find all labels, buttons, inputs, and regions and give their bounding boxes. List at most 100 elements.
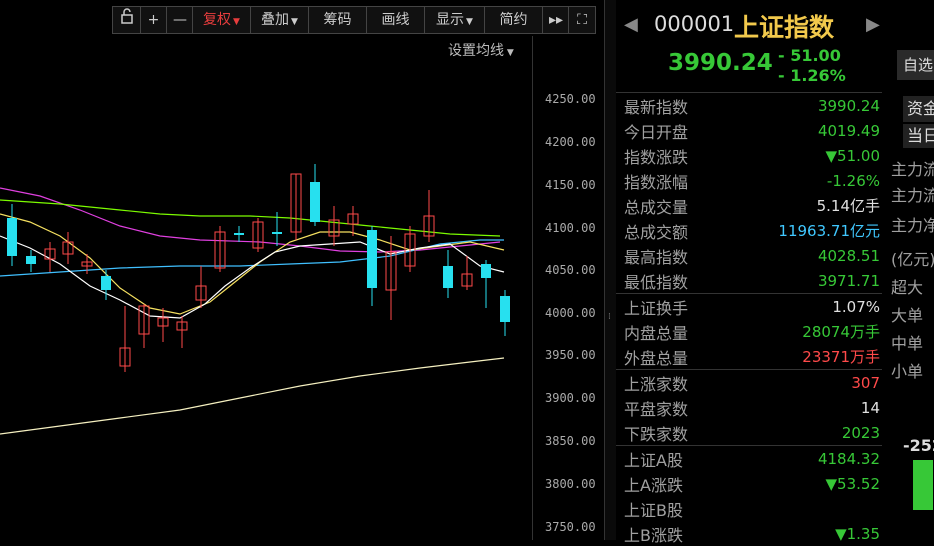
stat-label: 内盘总量	[624, 323, 689, 343]
fund-label: 大单	[891, 306, 924, 325]
chart-toolbar: + — 复权 ▼ 叠加 ▼ 筹码 画线 显示 ▼ 简约 ▸▸ ⛶	[112, 6, 596, 34]
tab-dangri[interactable]: 当日	[903, 124, 934, 148]
index-name: 上证指数	[734, 13, 835, 42]
stat-label: 指数涨幅	[624, 172, 689, 192]
diejia-label: 叠加	[261, 12, 290, 28]
price-tick: 4050.00	[545, 263, 596, 277]
price-tick: 4000.00	[545, 306, 596, 320]
stat-value: 4019.49	[817, 121, 880, 140]
stat-label: 最新指数	[624, 97, 689, 117]
ma-yellow-line	[0, 213, 505, 315]
stat-label: 上证B股	[624, 500, 683, 520]
stat-value: 3990.24	[817, 96, 880, 115]
index-code: 000001	[654, 12, 735, 36]
stat-label: 外盘总量	[624, 348, 689, 368]
stat-row: 指数涨跌 ▼51.00	[616, 143, 882, 168]
caret-down-icon: ▼	[291, 17, 298, 27]
stat-value: ▼53.52	[825, 474, 880, 493]
add-watchlist-button[interactable]: 自选	[897, 50, 934, 80]
stat-label: 上证A股	[624, 450, 683, 470]
fund-flow-panel: 自选 资金 当日 主力流 主力流 主力净 (亿元) 超大 大单 中单 小单 -2…	[883, 0, 934, 540]
stat-value: -1.26%	[826, 171, 880, 190]
candle	[481, 264, 491, 278]
stat-row: 指数涨幅 -1.26%	[616, 168, 882, 193]
stat-label: 最低指数	[624, 272, 689, 292]
quote-panel: ◀ 000001 上证指数 ▶ 3990.24 - 51.00 - 1.26% …	[616, 0, 882, 545]
fuquan-label: 复权	[203, 12, 232, 28]
stat-label: 指数涨跌	[624, 147, 689, 167]
fund-label: 小单	[891, 362, 924, 381]
chouma-button[interactable]: 筹码	[309, 7, 367, 33]
next-arrow-icon[interactable]: ▶	[866, 14, 880, 35]
ma-long-line	[0, 357, 505, 435]
stats-list: 最新指数 3990.24 今日开盘 4019.49 指数涨跌 ▼51.00 指数涨幅 -…	[616, 93, 882, 546]
quote-header: ◀ 000001 上证指数 ▶ 3990.24 - 51.00 - 1.26%	[616, 0, 882, 93]
candle	[234, 233, 244, 235]
fund-bar	[913, 460, 933, 510]
price-tick: 4100.00	[545, 221, 596, 235]
candlestick-chart	[0, 164, 510, 435]
price-change: - 51.00	[778, 46, 841, 65]
stat-row: 外盘总量 23371万手	[616, 344, 882, 369]
stat-row: 最高指数 4028.51	[616, 243, 882, 268]
stat-value: 3971.71	[817, 271, 880, 290]
fund-label: 中单	[891, 334, 924, 353]
price-tick: 3800.00	[545, 477, 596, 491]
ma-green-line	[0, 199, 501, 237]
stat-value: 5.14亿手	[816, 197, 880, 215]
stat-label: 总成交量	[624, 197, 689, 217]
candle	[310, 182, 320, 222]
price-tick: 4150.00	[545, 178, 596, 192]
stat-label: 上涨家数	[624, 374, 689, 394]
stat-row: 下跌家数 2023	[616, 420, 882, 445]
fund-label: 主力净	[891, 216, 934, 235]
stat-value: 1.07%	[832, 297, 880, 316]
lock-icon[interactable]	[113, 7, 141, 33]
tab-zijin[interactable]: 资金	[903, 96, 934, 122]
price-tick: 4250.00	[545, 92, 596, 106]
stat-value: 4028.51	[817, 246, 880, 265]
prev-arrow-icon[interactable]: ◀	[624, 14, 638, 35]
stat-row: 总成交额 11963.71亿元	[616, 218, 882, 243]
stat-value: 4184.32	[817, 449, 880, 468]
caret-down-icon: ▼	[233, 17, 240, 27]
stat-label: 上证换手	[624, 298, 689, 318]
zoom-in-button[interactable]: +	[141, 7, 167, 33]
jianyue-button[interactable]: 简约	[485, 7, 543, 33]
candle	[26, 256, 36, 264]
stat-label: 上A涨跌	[624, 475, 683, 495]
price-axis: 4250.00 4200.00 4150.00 4100.00 4050.00 …	[532, 36, 605, 540]
zoom-out-button[interactable]: —	[167, 7, 193, 33]
kline-chart-area[interactable]: + — 复权▼ 叠加▼ 筹码 画线 显示▼ 简约 ▸▸ ⛶ 设置均线 ▼	[0, 0, 604, 540]
price-tick: 3900.00	[545, 391, 596, 405]
stat-row: 最新指数 3990.24	[616, 93, 882, 118]
candle	[272, 232, 282, 234]
caret-down-icon: ▼	[466, 17, 473, 27]
fund-label: 主力流	[891, 186, 934, 205]
stat-value: 23371万手	[802, 348, 880, 366]
stat-label: 今日开盘	[624, 122, 689, 142]
stat-value: ▼51.00	[825, 146, 880, 165]
double-right-icon[interactable]: ▸▸	[543, 7, 569, 33]
fuquan-dropdown[interactable]: 复权 ▼	[193, 7, 251, 33]
stat-label: 下跌家数	[624, 424, 689, 444]
stat-row: 平盘家数 14	[616, 395, 882, 420]
candle	[101, 276, 111, 290]
fund-label: 主力流	[891, 160, 934, 179]
stat-label: 总成交额	[624, 222, 689, 242]
stat-row: 上证B股	[616, 496, 882, 521]
stat-row: 上A涨跌 ▼53.52	[616, 471, 882, 496]
price-tick: 3850.00	[545, 434, 596, 448]
price-tick: 3950.00	[545, 348, 596, 362]
xianshi-label: 显示	[436, 12, 465, 28]
huaxian-button[interactable]: 画线	[367, 7, 425, 33]
fullscreen-icon[interactable]: ⛶	[569, 7, 595, 33]
xianshi-dropdown[interactable]: 显示 ▼	[425, 7, 485, 33]
stat-row: 上涨家数 307	[616, 369, 882, 395]
ma-magenta-line	[0, 187, 501, 253]
fund-net-value: -252	[903, 436, 934, 455]
candle	[443, 266, 453, 288]
diejia-dropdown[interactable]: 叠加 ▼	[251, 7, 309, 33]
stat-value: 307	[851, 373, 880, 392]
ma-white-line	[0, 235, 505, 319]
